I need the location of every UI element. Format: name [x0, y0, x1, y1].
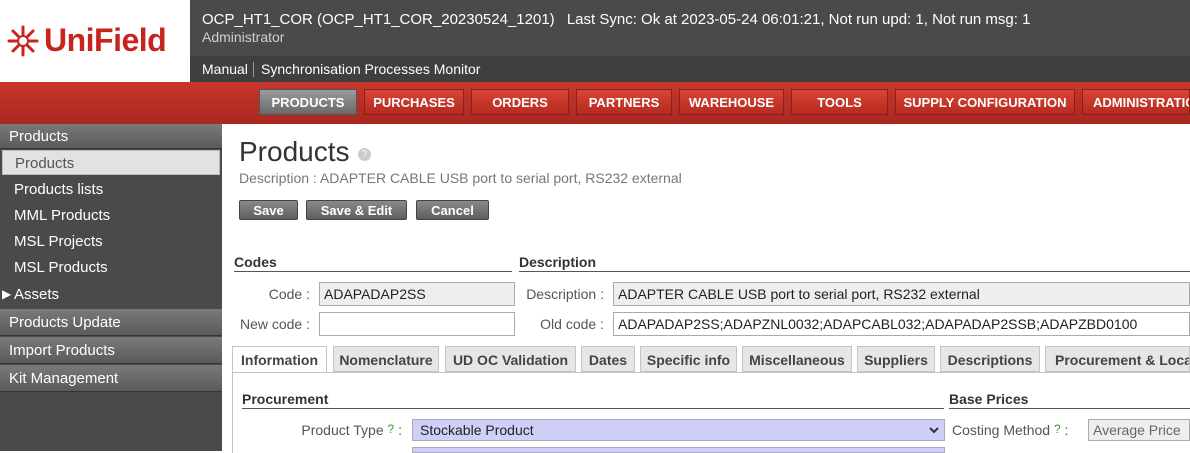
description-heading: Description: [519, 254, 597, 270]
product-type-select[interactable]: Stockable Product: [412, 419, 945, 441]
tab-specific-info[interactable]: Specific info: [640, 346, 737, 372]
codes-heading: Codes: [234, 254, 277, 270]
procurement-divider: [242, 408, 944, 409]
next-select-field[interactable]: [412, 447, 945, 453]
sidebar-item-products-lists[interactable]: Products lists: [0, 177, 222, 202]
code-field[interactable]: ADAPADAP2SS: [319, 282, 515, 306]
tab-procurement-locations[interactable]: Procurement & Locations: [1045, 346, 1190, 372]
tab-suppliers[interactable]: Suppliers: [857, 346, 935, 372]
save-edit-button[interactable]: Save & Edit: [306, 200, 407, 220]
procurement-heading: Procurement: [242, 391, 329, 407]
cancel-button[interactable]: Cancel: [416, 200, 489, 220]
sidebar-item-msl-products[interactable]: MSL Products: [0, 255, 222, 280]
help-icon[interactable]: ?: [358, 148, 371, 161]
logo-area: UniField: [0, 0, 190, 82]
menu-supply-configuration[interactable]: SUPPLY CONFIGURATION: [895, 89, 1075, 115]
tab-nomenclature[interactable]: Nomenclature: [333, 346, 439, 372]
manual-link[interactable]: Manual: [202, 61, 248, 77]
menu-tools[interactable]: TOOLS: [791, 89, 888, 115]
main-content: Products ? Description : ADAPTER CABLE U…: [222, 124, 1190, 453]
product-type-label-text: Product Type: [301, 422, 384, 438]
page-description: Description : ADAPTER CABLE USB port to …: [239, 170, 682, 186]
instance-line: OCP_HT1_COR (OCP_HT1_COR_20230524_1201) …: [202, 11, 1030, 28]
old-code-field[interactable]: ADAPADAP2SS;ADAPZNL0032;ADAPCABL032;ADAP…: [613, 312, 1190, 336]
costing-method-label: Costing Method ? :: [952, 422, 1082, 438]
logo-star-icon: [7, 25, 39, 56]
description-label: Description :: [526, 286, 604, 302]
sidebar-item-msl-projects[interactable]: MSL Projects: [0, 229, 222, 254]
sync-status: Last Sync: Ok at 2023-05-24 06:01:21, No…: [566, 11, 1031, 28]
product-type-help-icon[interactable]: ?: [388, 422, 395, 436]
link-separator: [253, 62, 254, 77]
costing-method-field[interactable]: Average Price: [1088, 419, 1190, 441]
menu-purchases[interactable]: PURCHASES: [364, 89, 464, 115]
base-prices-heading: Base Prices: [949, 391, 1029, 407]
menu-products[interactable]: PRODUCTS: [259, 89, 357, 115]
sidebar-section-products[interactable]: Products: [0, 124, 222, 149]
tab-dates[interactable]: Dates: [581, 346, 635, 372]
sidebar: Products Products Products lists MML Pro…: [0, 124, 222, 451]
user-name[interactable]: Administrator: [202, 29, 284, 45]
sidebar-item-mml-products[interactable]: MML Products: [0, 203, 222, 228]
base-prices-divider: [949, 408, 1190, 409]
page-title: Products: [239, 136, 350, 167]
chevron-down-icon: [928, 420, 940, 446]
codes-divider: [234, 271, 512, 272]
logo-text: UniField: [44, 22, 167, 58]
costing-method-colon: :: [1064, 422, 1069, 438]
menu-orders[interactable]: ORDERS: [471, 89, 569, 115]
sync-monitor-link[interactable]: Synchronisation Processes Monitor: [261, 61, 480, 77]
tab-miscellaneous[interactable]: Miscellaneous: [742, 346, 852, 372]
sidebar-group-kit-management[interactable]: Kit Management: [0, 365, 222, 392]
code-label: Code :: [268, 286, 310, 302]
sidebar-group-products-update[interactable]: Products Update: [0, 309, 222, 336]
tab-ud-oc-validation[interactable]: UD OC Validation: [445, 346, 576, 372]
description-field[interactable]: ADAPTER CABLE USB port to serial port, R…: [613, 282, 1190, 306]
product-type-label: Product Type ? :: [262, 422, 402, 438]
topbar-links: Manual Synchronisation Processes Monitor: [190, 56, 1190, 82]
product-type-value: Stockable Product: [420, 422, 534, 438]
topbar: OCP_HT1_COR (OCP_HT1_COR_20230524_1201) …: [190, 0, 1190, 82]
sidebar-item-assets[interactable]: ▶ Assets: [0, 282, 222, 307]
main-menu: PRODUCTS PURCHASES ORDERS PARTNERS WAREH…: [0, 82, 1190, 124]
instance-name: OCP_HT1_COR (OCP_HT1_COR_20230524_1201): [202, 11, 555, 28]
sidebar-item-assets-label: Assets: [14, 286, 60, 303]
costing-method-help-icon[interactable]: ?: [1054, 422, 1061, 436]
tab-information[interactable]: Information: [232, 346, 327, 373]
sidebar-group-import-products[interactable]: Import Products: [0, 337, 222, 364]
menu-warehouse[interactable]: WAREHOUSE: [679, 89, 784, 115]
description-divider: [519, 271, 1190, 272]
tab-descriptions[interactable]: Descriptions: [940, 346, 1040, 372]
app-header: UniField OCP_HT1_COR (OCP_HT1_COR_202305…: [0, 0, 1190, 82]
new-code-field[interactable]: [319, 312, 515, 336]
menu-administration[interactable]: ADMINISTRATION: [1082, 89, 1190, 115]
save-button[interactable]: Save: [239, 200, 298, 220]
costing-method-label-text: Costing Method: [952, 422, 1051, 438]
sidebar-item-products[interactable]: Products: [2, 150, 220, 175]
old-code-label: Old code :: [540, 316, 604, 332]
product-type-colon: :: [398, 422, 402, 438]
unifield-logo[interactable]: UniField: [6, 22, 167, 59]
menu-partners[interactable]: PARTNERS: [576, 89, 672, 115]
expand-arrow-icon[interactable]: ▶: [2, 282, 11, 307]
new-code-label: New code :: [239, 316, 310, 332]
